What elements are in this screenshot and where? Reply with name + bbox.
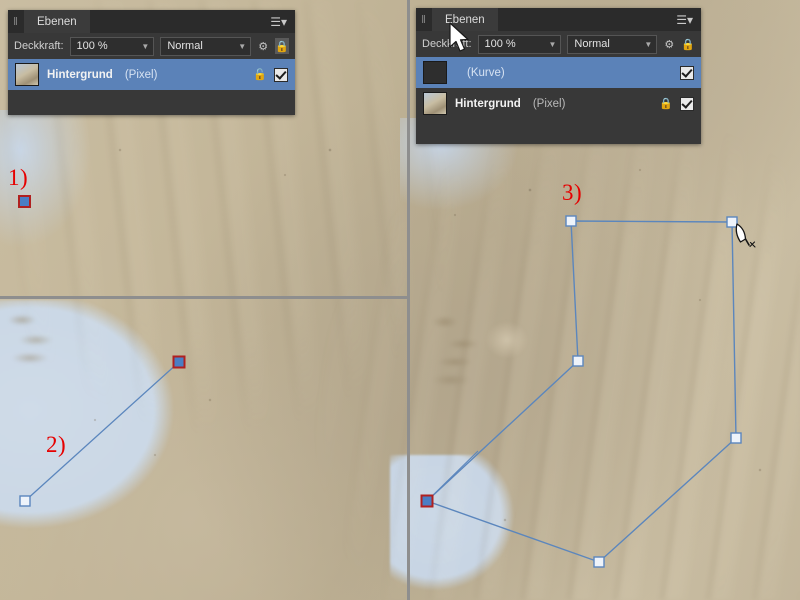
layer-visibility-checkbox[interactable] bbox=[680, 96, 694, 111]
blend-mode-dropdown-left[interactable]: Normal ▼ bbox=[160, 36, 252, 56]
tab-bar-filler bbox=[90, 10, 271, 33]
screenshot-canvas: 1) 2) 3) ‖ Ebenen ☰▾ Deckkraft: 100 % ▼ … bbox=[0, 0, 800, 600]
layer-kind: (Pixel) bbox=[532, 97, 566, 110]
layer-kind: (Kurve) bbox=[467, 66, 505, 79]
chevron-down-icon: ▼ bbox=[644, 39, 653, 49]
layer-name: Hintergrund bbox=[455, 97, 521, 110]
gear-icon[interactable]: ⚙ bbox=[257, 38, 269, 54]
layer-row-controls: 🔒 bbox=[659, 96, 694, 111]
opacity-dropdown-right[interactable]: 100 % ▼ bbox=[477, 34, 562, 54]
layer-row-hintergrund-left[interactable]: Hintergrund (Pixel) 🔓 bbox=[8, 59, 295, 90]
panel-tab-bar-left: ‖ Ebenen ☰▾ bbox=[8, 10, 295, 33]
chevron-down-icon: ▼ bbox=[238, 41, 247, 51]
tab-bar-filler bbox=[498, 8, 677, 31]
layer-visibility-checkbox[interactable] bbox=[680, 65, 694, 80]
lock-closed-icon[interactable]: 🔒 bbox=[275, 38, 289, 54]
arrow-cursor bbox=[449, 22, 469, 52]
lock-closed-icon[interactable]: 🔒 bbox=[659, 97, 673, 110]
divider-horizontal-left bbox=[0, 296, 407, 299]
panel-options-left: Deckkraft: 100 % ▼ Normal ▼ ⚙ 🔒 bbox=[8, 33, 295, 59]
layer-visibility-checkbox[interactable] bbox=[274, 67, 288, 82]
chevron-down-icon: ▼ bbox=[548, 39, 557, 49]
divider-vertical bbox=[407, 0, 410, 600]
opacity-label-left: Deckkraft: bbox=[14, 40, 64, 52]
panel-footer-right bbox=[416, 119, 701, 144]
panel-grip-icon[interactable]: ‖ bbox=[416, 8, 432, 31]
layer-kind: (Pixel) bbox=[124, 68, 158, 81]
layer-thumbnail bbox=[423, 92, 447, 115]
annotation-step-1: 1) bbox=[8, 165, 29, 190]
panel-menu-icon[interactable]: ☰▾ bbox=[676, 8, 701, 31]
tab-ebenen-left[interactable]: Ebenen bbox=[24, 10, 90, 33]
layers-panel-before: ‖ Ebenen ☰▾ Deckkraft: 100 % ▼ Normal ▼ … bbox=[8, 10, 295, 115]
panel-footer-left bbox=[8, 90, 295, 115]
layer-name: Hintergrund bbox=[47, 68, 113, 81]
annotation-step-2: 2) bbox=[46, 432, 67, 457]
lock-open-icon[interactable]: 🔓 bbox=[253, 68, 267, 81]
layer-row-controls bbox=[680, 65, 694, 80]
blend-mode-value-left: Normal bbox=[167, 40, 203, 52]
layer-row-hintergrund-right[interactable]: Hintergrund (Pixel) 🔒 bbox=[416, 88, 701, 119]
annotation-step-3: 3) bbox=[562, 180, 583, 205]
chevron-down-icon: ▼ bbox=[141, 41, 150, 51]
blend-mode-value-right: Normal bbox=[574, 38, 610, 50]
opacity-value-right: 100 % bbox=[484, 38, 516, 50]
panel-menu-icon[interactable]: ☰▾ bbox=[270, 10, 295, 33]
panel-grip-icon[interactable]: ‖ bbox=[8, 10, 24, 33]
layer-thumbnail bbox=[423, 61, 447, 84]
gear-icon[interactable]: ⚙ bbox=[663, 36, 675, 52]
blend-mode-dropdown-right[interactable]: Normal ▼ bbox=[567, 34, 658, 54]
opacity-dropdown-left[interactable]: 100 % ▼ bbox=[69, 36, 155, 56]
layer-thumbnail bbox=[15, 63, 39, 86]
lock-closed-icon[interactable]: 🔒 bbox=[681, 36, 695, 52]
layer-row-controls: 🔓 bbox=[253, 67, 288, 82]
pen-cursor bbox=[735, 223, 756, 248]
layer-row-kurve-right[interactable]: (Kurve) bbox=[416, 57, 701, 88]
opacity-value-left: 100 % bbox=[76, 40, 108, 52]
